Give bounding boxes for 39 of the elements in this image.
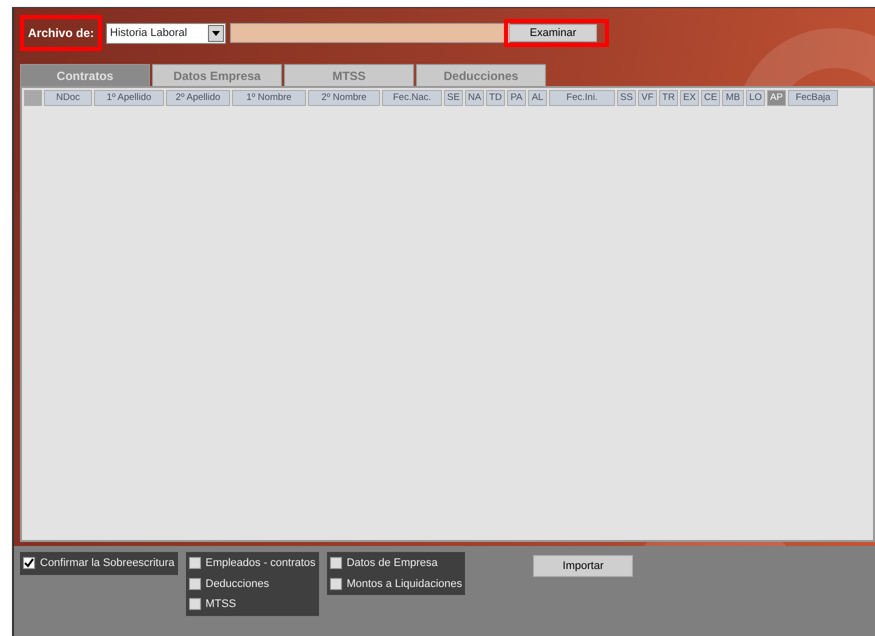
option-checkbox[interactable]: Empleados - contratos bbox=[188, 555, 316, 572]
column-header[interactable]: TD bbox=[486, 90, 505, 106]
column-header[interactable]: SE bbox=[444, 90, 463, 106]
column-header[interactable]: 2º Nombre bbox=[308, 90, 380, 106]
column-header[interactable]: AP bbox=[767, 90, 786, 106]
option-checkbox[interactable]: MTSS bbox=[188, 596, 316, 612]
column-header[interactable]: Fec.Nac. bbox=[382, 90, 442, 106]
column-header[interactable]: 1º Apellido bbox=[94, 90, 164, 106]
tab[interactable]: Datos Empresa bbox=[152, 64, 282, 86]
file-label: Archivo de: bbox=[20, 15, 102, 51]
column-header[interactable]: PA bbox=[507, 90, 526, 106]
column-header[interactable]: VF bbox=[638, 90, 657, 106]
column-header[interactable]: TR bbox=[659, 90, 678, 106]
column-header[interactable]: EX bbox=[680, 90, 699, 106]
browse-button[interactable]: Examinar bbox=[509, 24, 598, 42]
tab[interactable]: Deducciones bbox=[416, 64, 546, 86]
tab[interactable]: Contratos bbox=[20, 64, 150, 86]
column-header[interactable]: Fec.Ini. bbox=[549, 90, 615, 106]
column-header[interactable]: CE bbox=[701, 90, 720, 106]
option-checkbox[interactable]: Confirmar la Sobreescritura bbox=[23, 555, 174, 572]
checkmark-icon bbox=[24, 558, 34, 568]
option-checkbox[interactable]: Datos de Empresa bbox=[330, 555, 462, 572]
column-header[interactable]: MB bbox=[722, 90, 744, 106]
column-header[interactable]: SS bbox=[617, 90, 636, 106]
file-path-field[interactable] bbox=[230, 23, 510, 43]
column-header[interactable]: 1º Nombre bbox=[232, 90, 306, 106]
option-checkbox[interactable]: Deducciones bbox=[188, 576, 316, 592]
column-header[interactable]: NDoc bbox=[44, 90, 92, 106]
column-header[interactable]: NA bbox=[465, 90, 484, 106]
column-header[interactable]: 2º Apellido bbox=[166, 90, 230, 106]
option-checkbox[interactable]: Montos a Liquidaciones bbox=[330, 576, 462, 592]
caret-icon bbox=[212, 30, 220, 36]
column-header[interactable]: FecBaja bbox=[788, 90, 838, 106]
corner-header bbox=[24, 90, 42, 106]
tab[interactable]: MTSS bbox=[284, 64, 414, 86]
type-dropdown[interactable]: Historia Laboral bbox=[106, 22, 226, 44]
column-header[interactable]: AL bbox=[528, 90, 547, 106]
column-header[interactable]: LO bbox=[746, 90, 765, 106]
import-button[interactable]: Importar bbox=[533, 555, 634, 577]
